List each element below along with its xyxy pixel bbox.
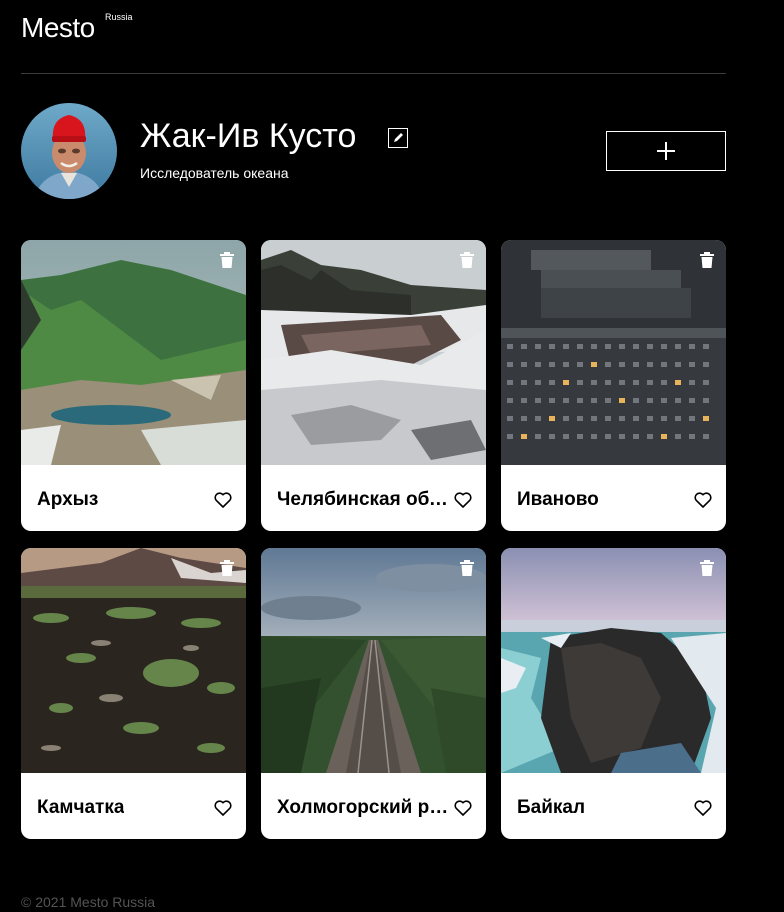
heart-outline-icon [694,800,712,816]
card: Архыз [21,240,246,531]
like-button[interactable] [214,492,232,508]
card-image[interactable] [261,548,486,773]
trash-icon[interactable] [460,252,474,268]
header: Mesto Russia [21,0,726,74]
profile: Жак-Ив Кусто Исследователь океана [21,103,726,199]
card-title: Челябинская область [277,489,451,510]
card: Камчатка [21,548,246,839]
edit-profile-button[interactable] [388,128,408,148]
card: Холмогорский район [261,548,486,839]
trash-icon[interactable] [220,560,234,576]
card-image[interactable] [501,240,726,465]
trash-icon[interactable] [700,252,714,268]
trash-icon[interactable] [460,560,474,576]
card-footer: Байкал [501,777,726,839]
profile-name: Жак-Ив Кусто [140,117,357,155]
plus-icon [657,142,675,160]
logo-region: Russia [105,12,133,22]
like-button[interactable] [454,800,472,816]
card-image[interactable] [501,548,726,773]
logo: Mesto [21,12,95,43]
card-title: Байкал [517,797,586,818]
card: Байкал [501,548,726,839]
trash-icon[interactable] [220,252,234,268]
card-footer: Архыз [21,469,246,531]
card: Челябинская область [261,240,486,531]
heart-outline-icon [214,800,232,816]
card-title: Холмогорский район [277,797,451,818]
card-footer: Камчатка [21,777,246,839]
card-footer: Челябинская область [261,469,486,531]
like-button[interactable] [214,800,232,816]
trash-icon[interactable] [700,560,714,576]
heart-outline-icon [694,492,712,508]
heart-outline-icon [454,800,472,816]
card-title: Архыз [37,489,99,510]
add-card-button[interactable] [606,131,726,171]
like-button[interactable] [454,492,472,508]
footer-copyright: © 2021 Mesto Russia [21,894,156,910]
like-button[interactable] [694,492,712,508]
card-image[interactable] [21,240,246,465]
heart-outline-icon [454,492,472,508]
card-image[interactable] [21,548,246,773]
profile-job: Исследователь океана [140,165,289,181]
card: Иваново [501,240,726,531]
cards-grid: Архыз Челябинская обла Иваново Камчатка … [21,240,726,839]
card-title: Иваново [517,489,599,510]
card-image[interactable] [261,240,486,465]
pencil-edit-icon [394,133,403,142]
card-footer: Холмогорский район [261,777,486,839]
card-title: Камчатка [37,797,125,818]
like-button[interactable] [694,800,712,816]
heart-outline-icon [214,492,232,508]
card-footer: Иваново [501,469,726,531]
profile-avatar[interactable] [21,103,117,199]
